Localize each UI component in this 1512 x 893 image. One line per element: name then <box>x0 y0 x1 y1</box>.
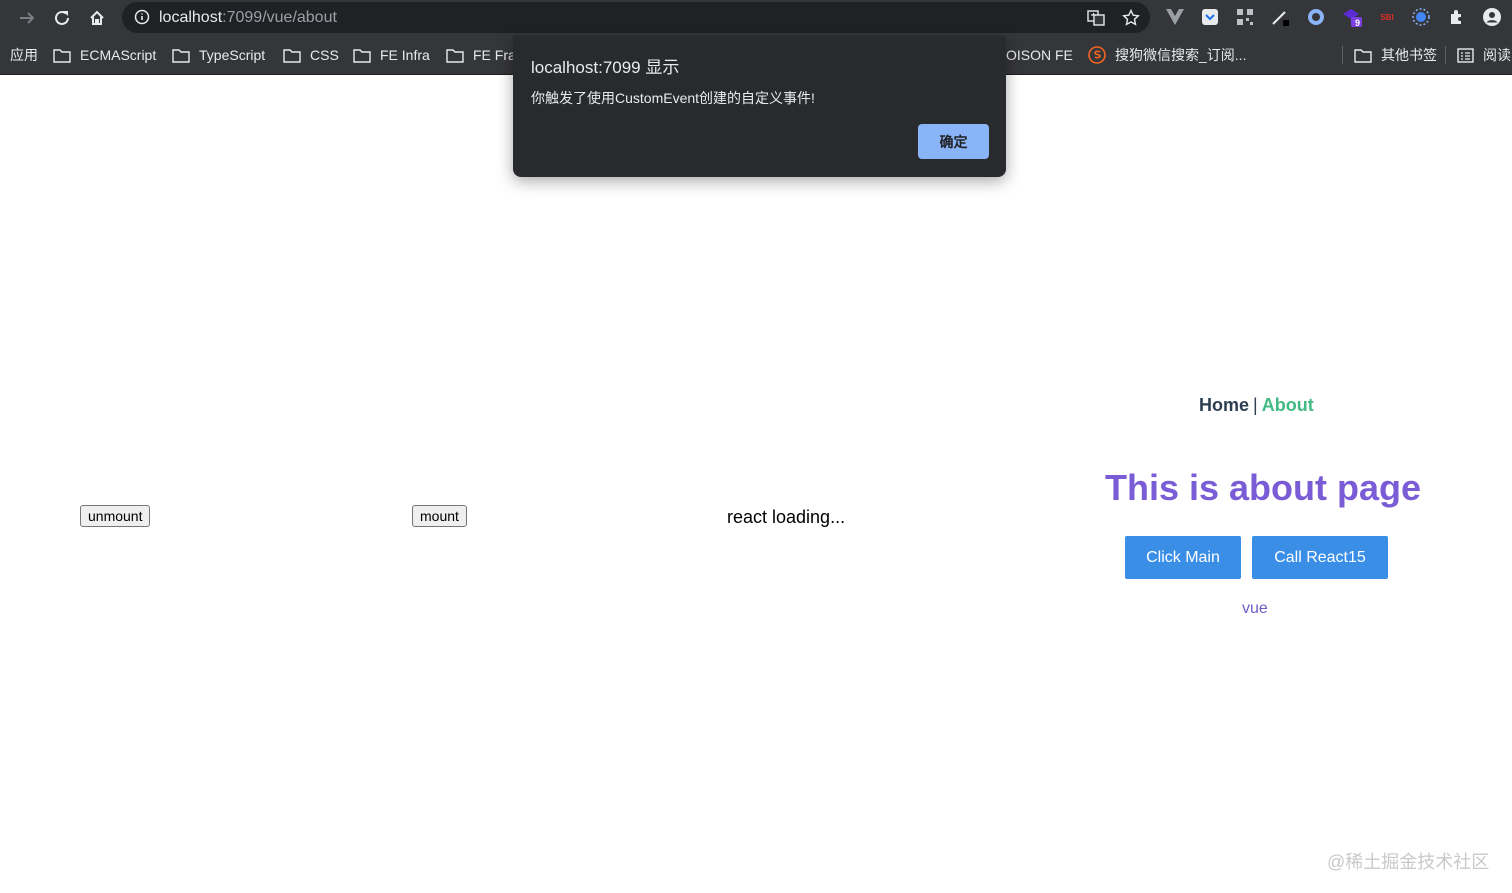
nav-link-home[interactable]: Home <box>1199 395 1249 415</box>
vue-devtools-icon[interactable] <box>1164 6 1186 28</box>
home-button[interactable] <box>85 6 109 30</box>
browser-toolbar: localhost:7099/vue/about 9 SBI <box>0 0 1512 36</box>
bookmark-folder-fe-framework[interactable]: FE Fra <box>446 46 516 64</box>
bookmark-folder-ecmascript[interactable]: ECMAScript <box>53 46 156 64</box>
vue-nav: Home | About <box>1199 395 1314 416</box>
bookmark-folder-typescript[interactable]: TypeScript <box>172 46 265 64</box>
circle-extension-icon[interactable] <box>1305 6 1327 28</box>
bookmark-separator <box>1342 46 1343 64</box>
folder-icon <box>283 48 301 63</box>
folder-icon <box>446 48 464 63</box>
watermark: @稀土掘金技术社区 <box>1327 852 1490 872</box>
bookmark-apps[interactable]: 应用 <box>10 46 38 64</box>
bookmark-folder-other[interactable]: 其他书签 <box>1354 46 1437 64</box>
click-main-button[interactable]: Click Main <box>1125 536 1241 579</box>
alert-dialog: localhost:7099 显示 你触发了使用CustomEvent创建的自定… <box>513 36 1006 177</box>
bookmark-reading-list[interactable]: 阅读 <box>1457 46 1511 64</box>
arrow-right-icon <box>20 12 35 24</box>
qr-code-icon[interactable] <box>1234 6 1256 28</box>
mount-button[interactable]: mount <box>412 505 467 527</box>
red-text-extension-icon[interactable]: SBI <box>1376 6 1398 28</box>
dialog-message: 你触发了使用CustomEvent创建的自定义事件! <box>531 90 815 106</box>
pocket-icon[interactable] <box>1199 6 1221 28</box>
reading-list-icon <box>1457 47 1474 63</box>
call-react15-button[interactable]: Call React15 <box>1252 536 1388 579</box>
page-title: This is about page <box>1105 467 1422 508</box>
profile-icon[interactable] <box>1481 6 1503 28</box>
forward-button[interactable] <box>15 6 39 30</box>
star-icon[interactable] <box>1121 8 1141 28</box>
bookmark-folder-fe-infra[interactable]: FE Infra <box>353 46 430 64</box>
nav-separator: | <box>1253 395 1258 415</box>
home-icon <box>90 10 104 25</box>
folder-icon <box>172 48 190 63</box>
extension-badge: 9 <box>1355 18 1361 28</box>
nav-link-about[interactable]: About <box>1262 395 1314 415</box>
dialog-title: localhost:7099 显示 <box>531 58 680 77</box>
site-info-icon[interactable] <box>134 9 150 30</box>
folder-icon <box>353 48 371 63</box>
reload-icon <box>55 10 69 25</box>
badge-extension-icon[interactable]: 9 <box>1341 6 1363 28</box>
address-bar[interactable]: localhost:7099/vue/about <box>122 2 1150 33</box>
sogou-icon <box>1088 46 1106 64</box>
puzzle-icon[interactable] <box>1446 6 1468 28</box>
folder-icon <box>53 48 71 63</box>
reload-button[interactable] <box>50 6 74 30</box>
pen-icon[interactable] <box>1269 6 1291 28</box>
vue-label: vue <box>1242 600 1268 617</box>
bookmark-folder-css[interactable]: CSS <box>283 46 339 64</box>
url-text[interactable]: localhost:7099/vue/about <box>159 9 337 27</box>
bookmark-sogou-weixin[interactable]: 搜狗微信搜索_订阅... <box>1088 46 1246 64</box>
bookmark-separator <box>1445 46 1446 64</box>
dialog-ok-button[interactable]: 确定 <box>918 124 989 159</box>
unmount-button[interactable]: unmount <box>80 505 151 527</box>
react-loading-text: react loading... <box>727 507 846 527</box>
bookmark-poison-fe[interactable]: OISON FE <box>1006 46 1073 64</box>
folder-icon <box>1354 48 1372 63</box>
translate-icon[interactable] <box>1086 8 1106 28</box>
sun-extension-icon[interactable] <box>1410 6 1432 28</box>
